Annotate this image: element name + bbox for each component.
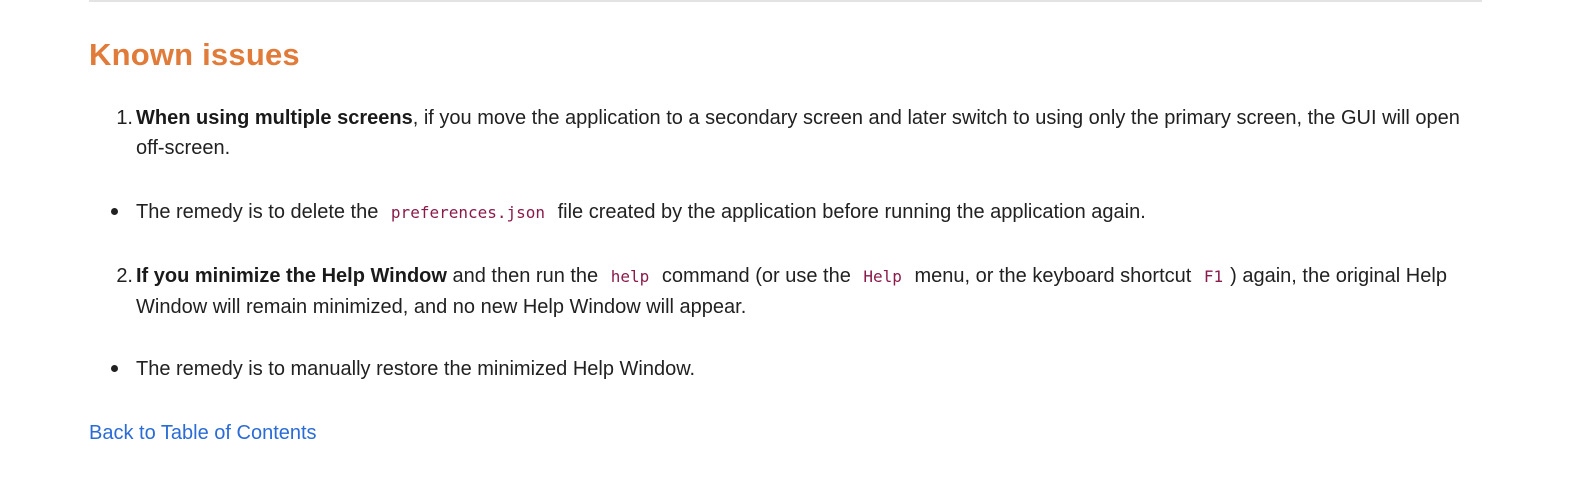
issue-item-1: 1. When using multiple screens, if you m… — [89, 103, 1482, 163]
remedy-text: The remedy is to manually restore the mi… — [136, 358, 696, 380]
bullet-icon — [107, 197, 121, 227]
shortcut-code: F1 — [1196, 267, 1231, 286]
issue-text: When using multiple screens, if you move… — [136, 103, 1476, 163]
issue-text-part: menu, or the keyboard shortcut — [914, 265, 1192, 287]
list-number: 1. — [116, 107, 133, 129]
remedy-item-2: The remedy is to manually restore the mi… — [89, 354, 1482, 384]
bullet-icon — [107, 354, 121, 384]
remedy-text: The remedy is to delete the preferences.… — [136, 197, 1476, 228]
top-divider — [89, 0, 1482, 2]
issue-text-part: and then run the — [452, 265, 599, 287]
remedy-item-1: The remedy is to delete the preferences.… — [89, 197, 1482, 228]
remedy-text-start: The remedy is to delete the — [136, 201, 379, 223]
issue-item-2: 2. If you minimize the Help Window and t… — [89, 261, 1482, 322]
back-to-toc-link[interactable]: Back to Table of Contents — [89, 418, 317, 448]
list-number: 2. — [116, 265, 133, 287]
menu-code: Help — [856, 267, 909, 286]
issue-title: When using multiple screens — [136, 107, 413, 129]
remedy-text-end: file created by the application before r… — [557, 201, 1146, 223]
issue-title: If you minimize the Help Window — [136, 265, 447, 287]
issue-text-part: command (or use the — [661, 265, 851, 287]
command-code: help — [603, 267, 657, 286]
filename-code: preferences.json — [383, 203, 553, 222]
section-heading: Known issues — [89, 37, 300, 72]
issue-text: If you minimize the Help Window and then… — [136, 261, 1476, 322]
